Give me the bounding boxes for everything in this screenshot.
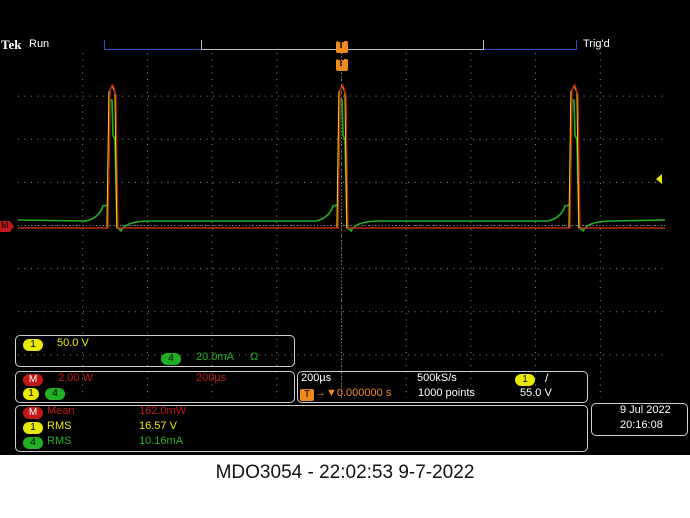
trigger-level: 55.0 V (520, 387, 552, 399)
trigger-delay: →▼0.000000 s (315, 387, 392, 399)
ch1-scale: 50.0 V (57, 337, 89, 349)
measurement-badge[interactable]: 4 (23, 437, 43, 449)
measurement-value: 10.16mA (139, 435, 184, 447)
math-source-4-badge[interactable]: 4 (45, 388, 65, 400)
trigger-level-arrow[interactable] (656, 174, 662, 184)
oscilloscope-screen: Tek Run Trig'd T T M 1 50.0 V 4 20.0mA Ω… (0, 0, 690, 455)
time: 20:16:08 (620, 419, 663, 431)
ch4-badge[interactable]: 4 (161, 353, 181, 365)
measurement-name: RMS (47, 420, 72, 432)
math-scale: 2.00 W (58, 372, 93, 384)
ch4-scale: 20.0mA (196, 351, 234, 363)
measurements-box[interactable] (15, 405, 588, 452)
measurement-badge[interactable]: 1 (23, 422, 43, 434)
screenshot-caption: MDO3054 - 22:02:53 9-7-2022 (215, 462, 475, 483)
date: 9 Jul 2022 (620, 404, 671, 416)
measurement-name: Mean (47, 405, 75, 417)
math-reference-label: M (1, 220, 9, 230)
measurement-name: RMS (47, 435, 72, 447)
trigger-source-badge[interactable]: 1 (515, 374, 535, 386)
measurement-value: 16.57 V (139, 420, 177, 432)
math-timebase: 200µs (196, 372, 227, 384)
trigger-slope-icon: / (545, 371, 549, 385)
sample-rate: 500kS/s (417, 372, 457, 384)
measurement-value: 162.0mW (139, 405, 187, 417)
math-source-1-badge[interactable]: 1 (23, 388, 39, 400)
measurement-badge[interactable]: M (23, 407, 43, 419)
record-length: 1000 points (418, 387, 475, 399)
math-badge[interactable]: M (23, 374, 43, 386)
ch1-badge[interactable]: 1 (23, 339, 43, 351)
ch4-coupling-symbol: Ω (250, 351, 259, 363)
horizontal-scale: 200µs (301, 372, 332, 384)
trigger-delay-icon[interactable]: T (300, 389, 314, 401)
